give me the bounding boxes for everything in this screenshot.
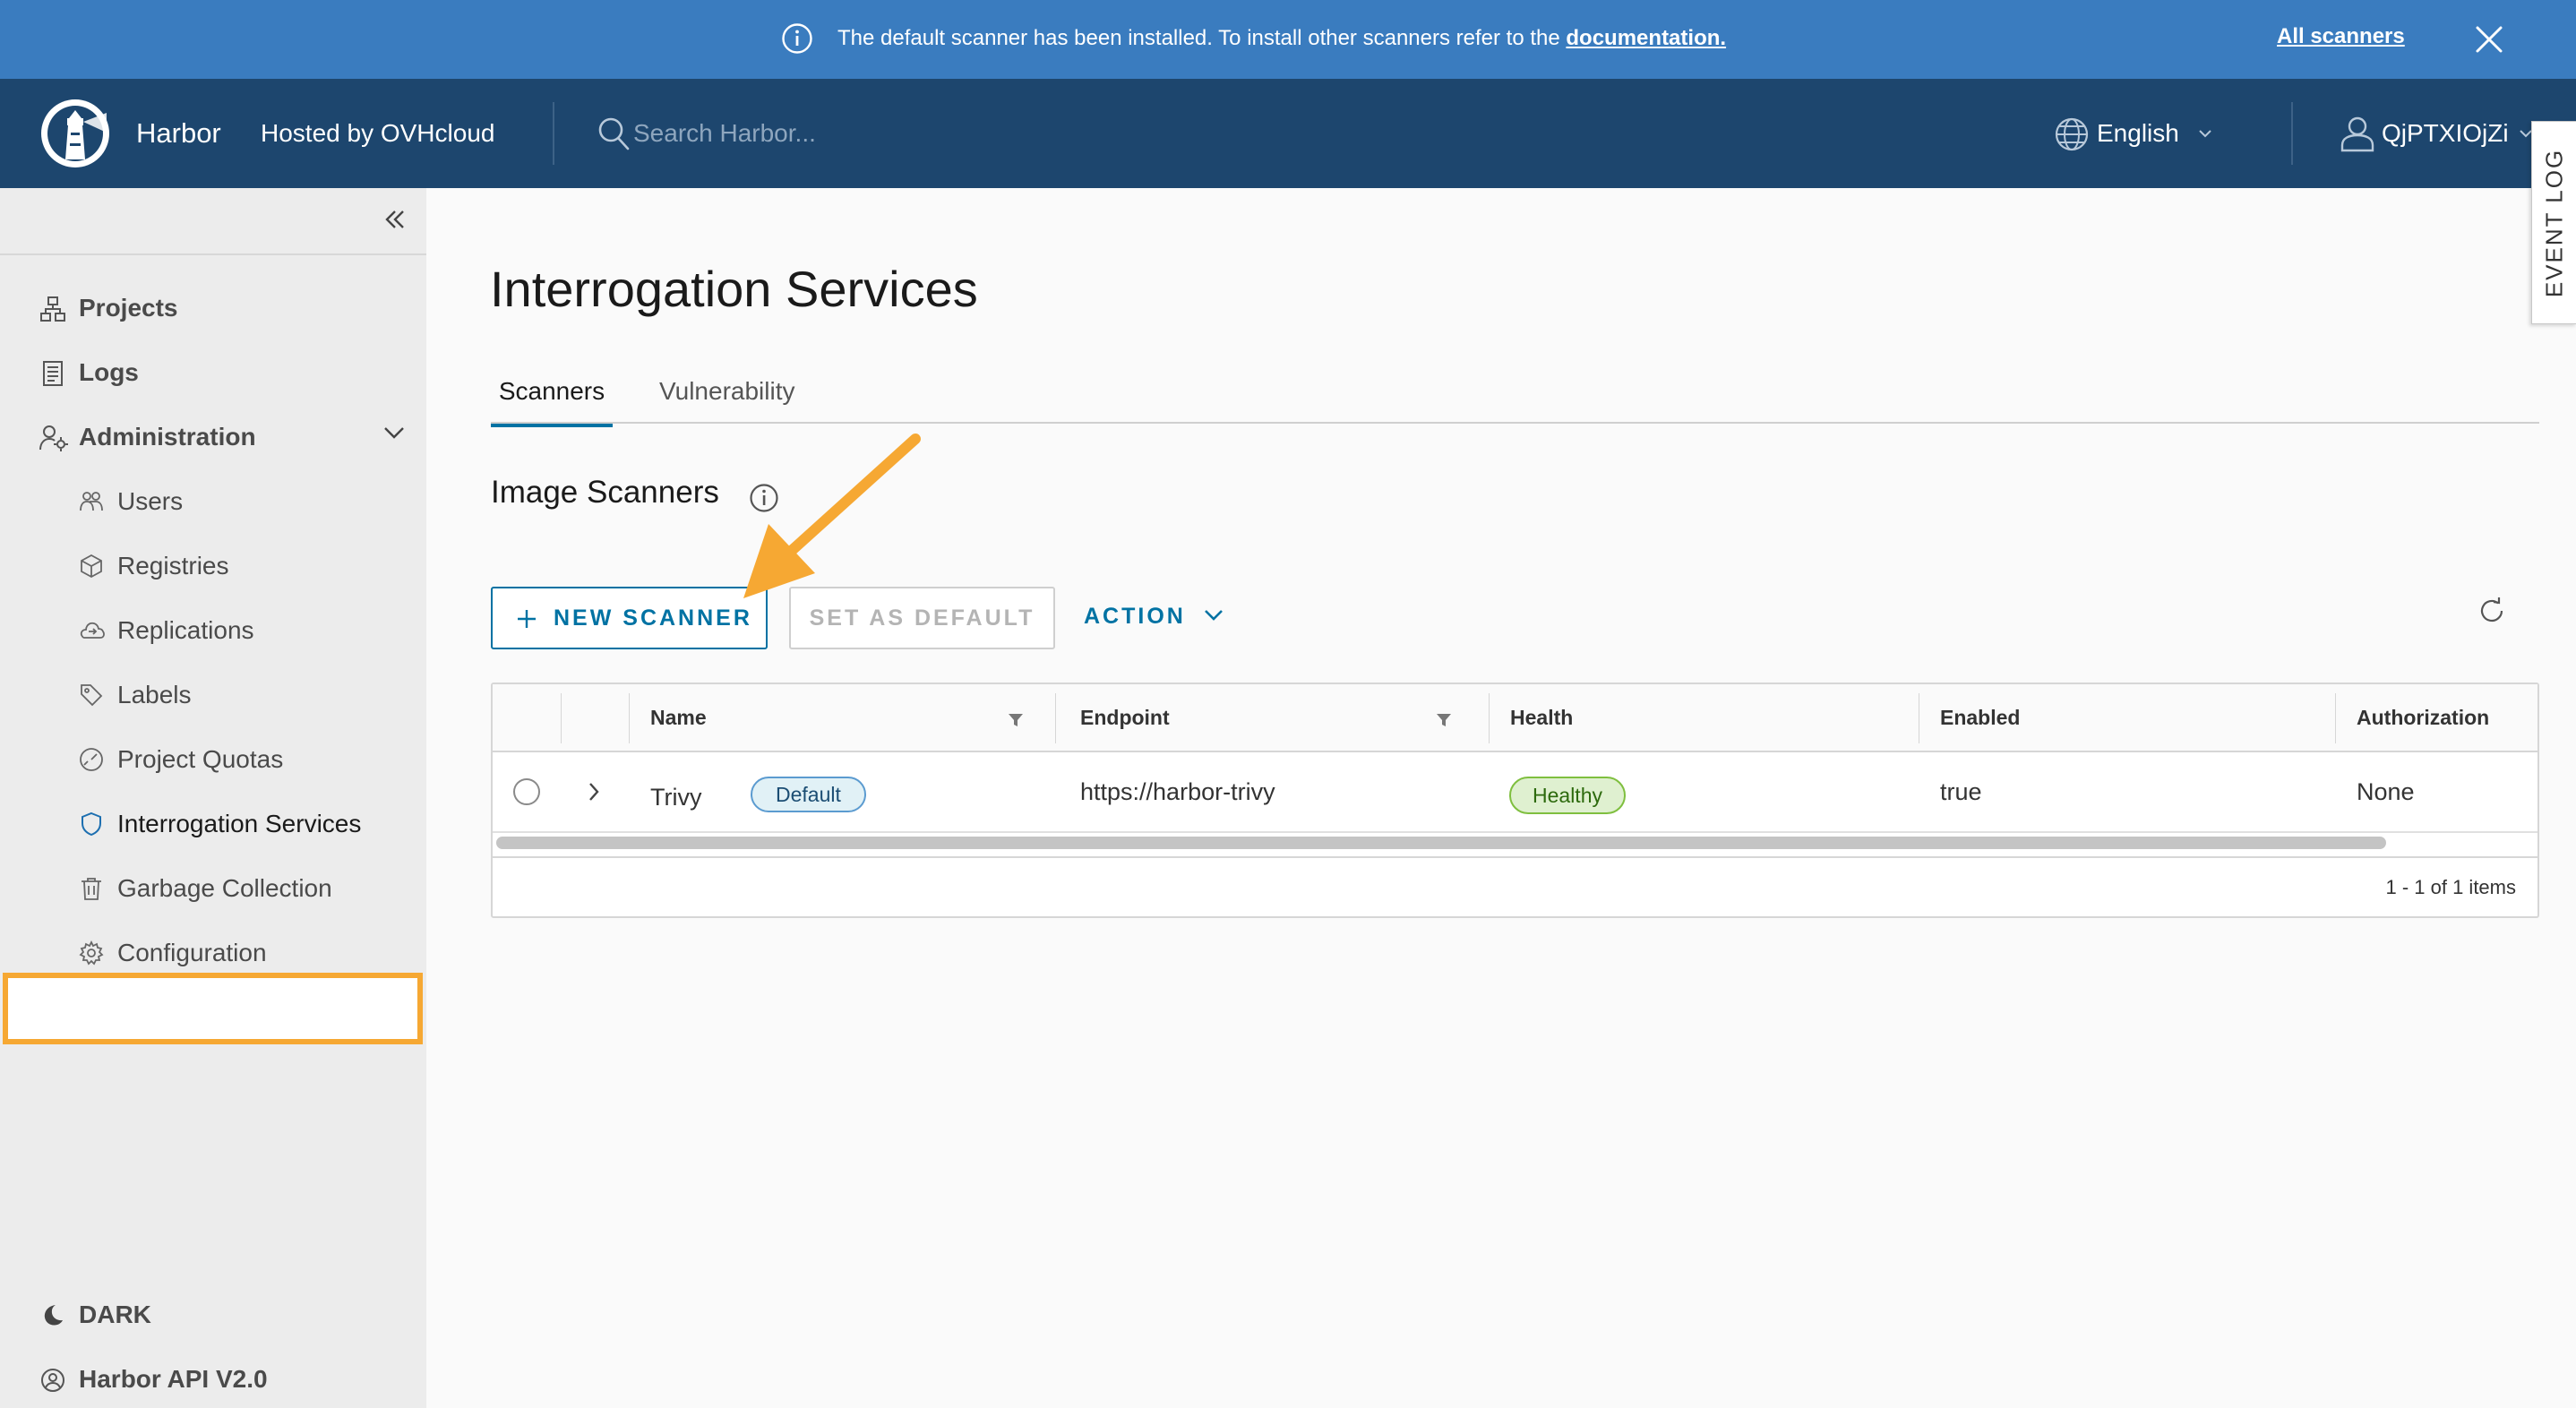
page-title: Interrogation Services — [490, 261, 978, 317]
trash-icon — [79, 876, 104, 901]
filter-icon[interactable] — [1435, 711, 1453, 729]
scanner-endpoint: https://harbor-trivy — [1080, 778, 1275, 805]
logs-icon — [39, 360, 66, 387]
table-footer-divider — [493, 856, 2537, 858]
sidebar: Projects Logs Administration Users Regis… — [0, 188, 426, 1408]
chevron-down-icon[interactable] — [382, 425, 406, 440]
top-header: Harbor Hosted by OVHcloud English QjPTXI… — [0, 79, 2576, 188]
table-row[interactable]: Trivy Default https://harbor-trivy Healt… — [493, 752, 2537, 833]
event-log-tab[interactable]: EVENT LOG — [2531, 121, 2576, 324]
brand-name[interactable]: Harbor — [136, 79, 221, 188]
column-header-name[interactable]: Name — [650, 684, 707, 751]
new-scanner-label: NEW SCANNER — [554, 605, 752, 631]
tab-scanners[interactable]: Scanners — [491, 367, 613, 427]
plus-icon — [516, 608, 537, 630]
replications-icon — [79, 618, 106, 643]
scanner-authorization: None — [2357, 778, 2415, 805]
sidebar-item-label: Garbage Collection — [117, 874, 332, 902]
scanner-enabled: true — [1940, 778, 1982, 805]
labels-icon — [79, 683, 104, 708]
sidebar-item-label: Registries — [117, 552, 229, 580]
search-icon[interactable] — [597, 116, 631, 152]
info-icon[interactable] — [749, 483, 779, 513]
column-header-enabled[interactable]: Enabled — [1940, 684, 2020, 751]
health-badge: Healthy — [1509, 777, 1626, 814]
chevron-down-icon — [1204, 609, 1224, 622]
documentation-link[interactable]: documentation. — [1566, 26, 1726, 50]
users-icon — [79, 489, 104, 514]
column-header-health[interactable]: Health — [1510, 684, 1573, 751]
column-separator — [1055, 693, 1056, 743]
projects-icon — [39, 296, 66, 322]
column-header-authorization[interactable]: Authorization — [2357, 684, 2489, 751]
sidebar-item-label: Project Quotas — [117, 745, 284, 773]
column-separator — [561, 693, 562, 743]
globe-icon — [2054, 116, 2090, 152]
sidebar-item-label: Interrogation Services — [117, 810, 362, 837]
action-label: ACTION — [1084, 604, 1186, 629]
sidebar-item-label: Projects — [79, 294, 178, 322]
shield-icon — [79, 811, 104, 837]
harbor-logo-icon[interactable] — [39, 97, 112, 170]
sidebar-item-label: Administration — [79, 423, 256, 451]
username-label: QjPTXIOjZi — [2382, 119, 2509, 147]
horizontal-scrollbar[interactable] — [496, 837, 2386, 849]
action-dropdown[interactable]: ACTION — [1084, 587, 1236, 649]
set-as-default-button[interactable]: SET AS DEFAULT — [789, 587, 1055, 649]
tabs-divider — [491, 422, 2539, 424]
refresh-icon[interactable] — [2477, 596, 2507, 626]
banner-message: The default scanner has been installed. … — [837, 26, 1727, 50]
project-quotas-icon — [79, 747, 104, 772]
language-label: English — [2097, 119, 2179, 147]
api-icon — [39, 1367, 66, 1394]
collapse-sidebar-icon[interactable] — [383, 208, 407, 231]
administration-icon — [39, 425, 68, 451]
gear-icon — [79, 940, 104, 966]
chevron-right-icon[interactable] — [588, 782, 600, 802]
row-select-radio[interactable] — [513, 778, 540, 805]
scanners-table: Name Endpoint Health Enabled Authorizati… — [491, 683, 2539, 918]
new-scanner-button[interactable]: NEW SCANNER — [491, 587, 768, 649]
header-divider — [553, 102, 554, 165]
default-badge: Default — [751, 777, 866, 812]
hosted-by-label: Hosted by OVHcloud — [261, 119, 495, 147]
section-title: Image Scanners — [491, 475, 719, 510]
column-separator — [1489, 693, 1490, 743]
sidebar-item-label: Replications — [117, 616, 254, 644]
sidebar-item-label: Labels — [117, 681, 192, 708]
sidebar-item-label: Logs — [79, 358, 139, 386]
harbor-api-label: Harbor API V2.0 — [79, 1365, 268, 1393]
close-icon[interactable] — [2474, 24, 2504, 55]
registries-icon — [79, 554, 104, 579]
column-separator — [2335, 693, 2336, 743]
sidebar-item-label: Configuration — [117, 939, 267, 966]
event-log-label: EVENT LOG — [2540, 148, 2568, 297]
filter-icon[interactable] — [1007, 711, 1025, 729]
search-input[interactable] — [633, 113, 992, 154]
sidebar-divider — [0, 253, 426, 255]
table-header: Name Endpoint Health Enabled Authorizati… — [493, 684, 2537, 752]
user-icon — [2340, 115, 2375, 152]
column-header-endpoint[interactable]: Endpoint — [1080, 684, 1170, 751]
column-separator — [629, 693, 630, 743]
info-icon — [781, 22, 813, 55]
info-banner: The default scanner has been installed. … — [0, 0, 2576, 79]
all-scanners-link[interactable]: All scanners — [2277, 0, 2405, 77]
pagination-info: 1 - 1 of 1 items — [2385, 876, 2516, 898]
tab-vulnerability[interactable]: Vulnerability — [659, 367, 794, 423]
sidebar-item-label: Users — [117, 487, 184, 515]
header-divider — [2291, 102, 2293, 165]
scanner-name: Trivy — [650, 784, 702, 811]
chevron-down-icon — [2198, 128, 2212, 139]
dark-mode-label: DARK — [79, 1301, 151, 1328]
moon-icon — [39, 1302, 64, 1327]
active-highlight — [3, 973, 423, 1044]
